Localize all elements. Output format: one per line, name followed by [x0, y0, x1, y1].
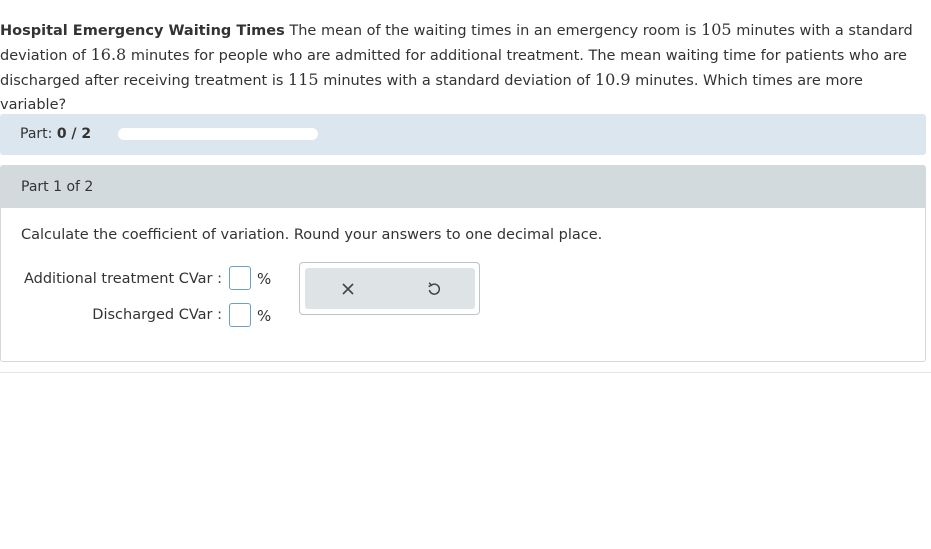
question-text-1: The mean of the waiting times in an emer…	[284, 23, 702, 39]
question-title: Hospital Emergency Waiting Times	[0, 23, 285, 39]
additional-treatment-label: Additional treatment CVar :	[23, 271, 222, 287]
sd-admitted: 16.8	[90, 45, 127, 64]
part-label: Part:	[20, 126, 53, 142]
question-text: Hospital Emergency Waiting Times The mea…	[0, 18, 915, 117]
discharged-input[interactable]	[229, 303, 251, 327]
undo-icon	[428, 282, 441, 295]
answer-tools-panel	[299, 262, 480, 315]
mean-admitted: 105	[701, 20, 732, 39]
additional-treatment-input[interactable]	[229, 266, 251, 290]
discharged-label: Discharged CVar :	[92, 307, 222, 323]
instruction-text: Calculate the coefficient of variation. …	[21, 227, 603, 243]
answer-tools	[305, 268, 475, 309]
clear-button[interactable]	[335, 276, 361, 302]
discharged-unit: %	[257, 307, 272, 325]
part-count: 0 / 2	[56, 126, 92, 142]
question-text-4: minutes with a standard deviation of	[318, 73, 595, 89]
progress-track	[118, 128, 318, 140]
part-progress-label: Part: 0 / 2	[20, 126, 91, 142]
part-header: Part 1 of 2	[1, 166, 925, 208]
undo-button[interactable]	[421, 276, 447, 302]
divider	[0, 372, 931, 373]
close-icon	[342, 283, 354, 295]
part-header-label: Part 1 of 2	[21, 179, 94, 195]
sd-discharged: 10.9	[594, 70, 631, 89]
mean-discharged: 115	[288, 70, 319, 89]
additional-treatment-unit: %	[257, 270, 272, 288]
